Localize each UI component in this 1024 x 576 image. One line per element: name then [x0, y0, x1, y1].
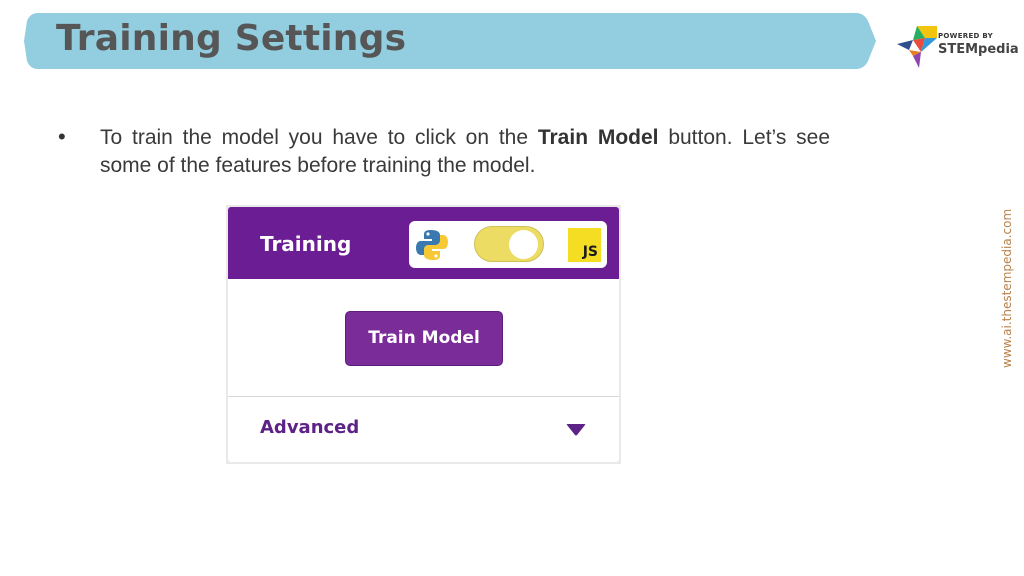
javascript-icon[interactable]: JS [568, 228, 601, 262]
bullet-text: To train the model you have to click on … [100, 124, 830, 180]
python-icon[interactable] [415, 228, 449, 262]
logo-powered-by: POWERED BY [938, 32, 994, 40]
bullet-text-bold: Train Model [537, 126, 659, 149]
language-toggle-switch[interactable] [474, 226, 544, 262]
training-panel-header: Training JS [228, 207, 619, 279]
toggle-knob [509, 230, 538, 259]
stempedia-logo-icon [897, 26, 937, 68]
bullet-text-before: To train the model you have to click on … [100, 126, 538, 149]
side-url-text: www.ai.thestempedia.com [1000, 208, 1014, 368]
training-panel-title: Training [260, 232, 352, 256]
advanced-section-toggle[interactable]: Advanced [260, 417, 359, 438]
training-panel: Training JS Train Model Advanced [228, 207, 619, 462]
panel-divider [228, 396, 619, 397]
page-title: Training Settings [56, 18, 407, 59]
language-toggle-group: JS [409, 221, 607, 268]
bullet-dot: • [58, 124, 66, 149]
training-panel-screenshot: Training JS Train Model Advanced [226, 205, 621, 464]
stempedia-logo: POWERED BY STEMpedia [897, 26, 1019, 68]
caret-down-icon[interactable] [565, 423, 587, 437]
side-url: www.ai.thestempedia.com [1000, 209, 1024, 368]
javascript-icon-label: JS [582, 244, 598, 260]
train-model-button[interactable]: Train Model [345, 311, 503, 366]
logo-brand-name: STEMpedia [938, 42, 1019, 57]
